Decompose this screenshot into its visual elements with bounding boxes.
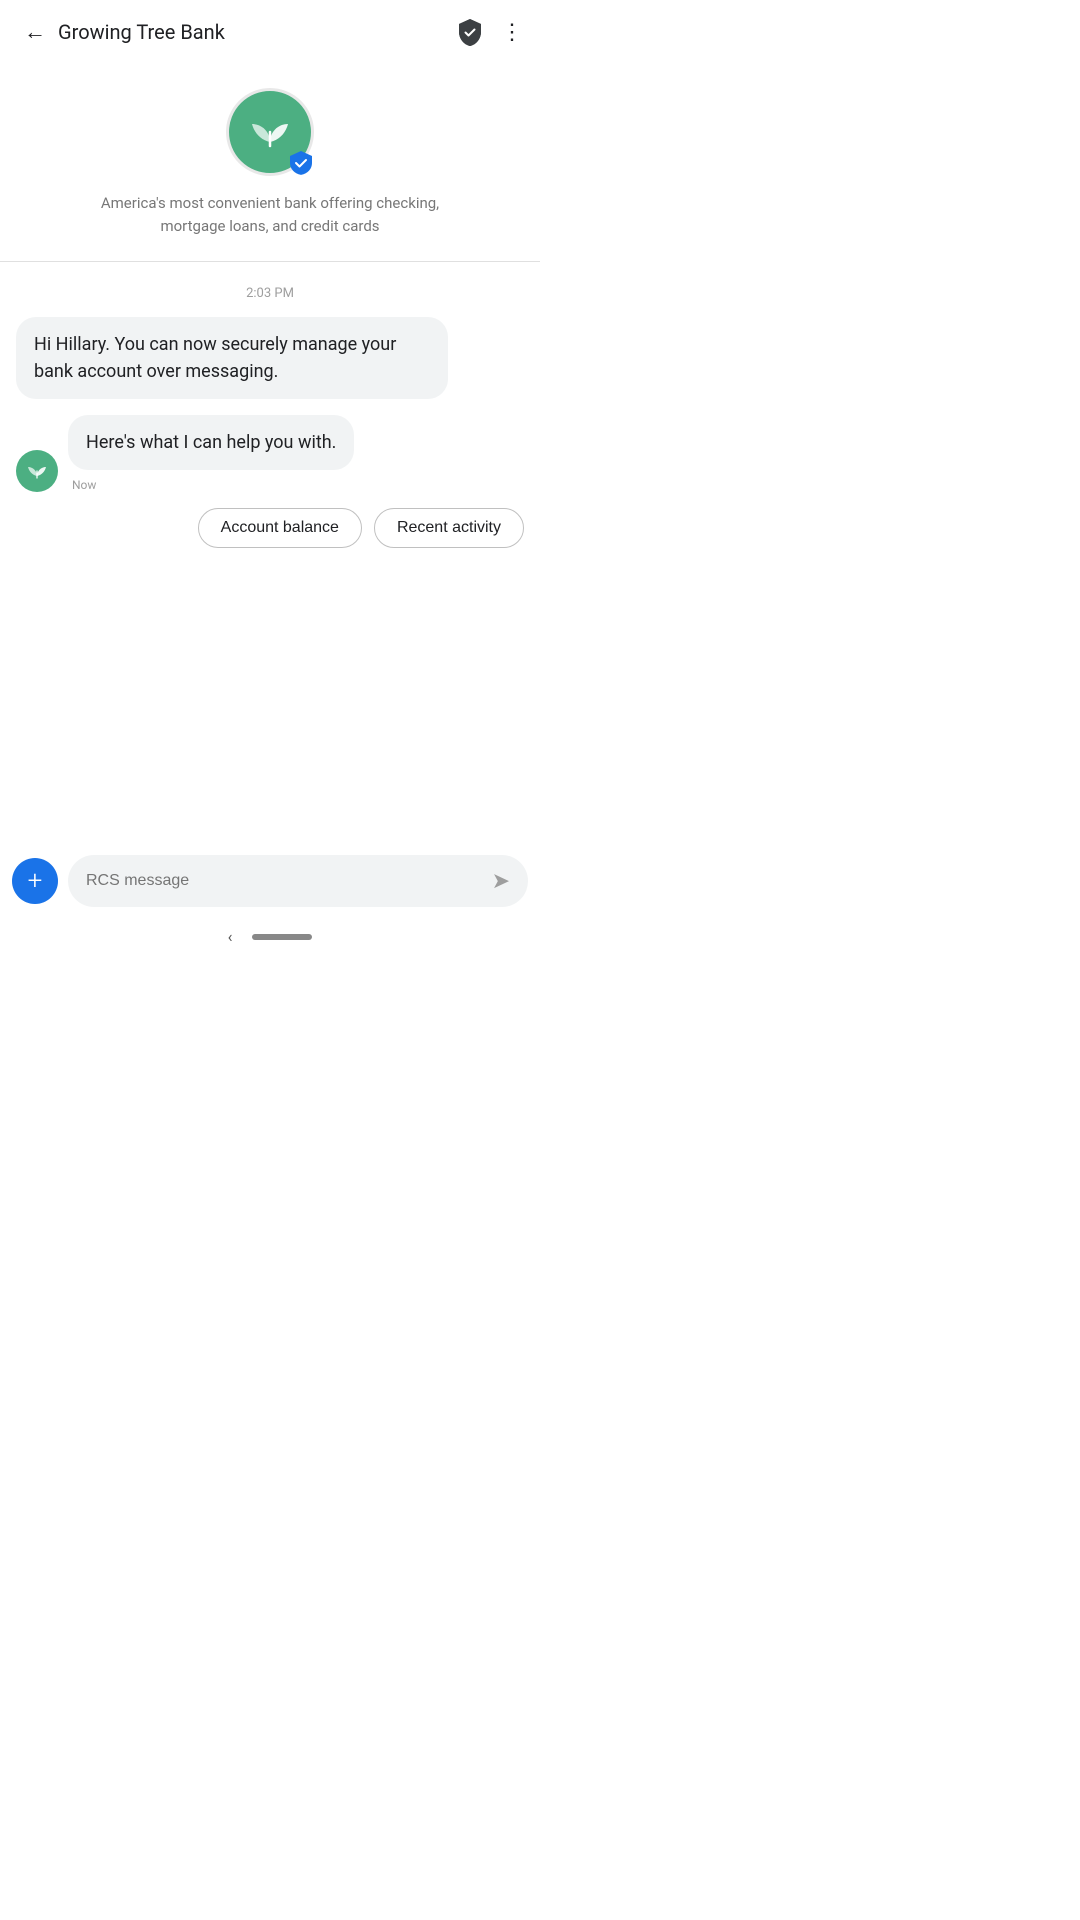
quick-replies: Account balance Recent activity — [0, 492, 540, 564]
profile-description: America's most convenient bank offering … — [80, 192, 460, 237]
add-button[interactable]: + — [12, 858, 58, 904]
back-button[interactable]: ← — [16, 11, 54, 53]
verified-shield-icon[interactable] — [455, 17, 485, 47]
header: ← Growing Tree Bank ⋮ — [0, 0, 540, 64]
message-bubble-1: Hi Hillary. You can now securely manage … — [16, 317, 448, 399]
app-container: ← Growing Tree Bank ⋮ — [0, 0, 540, 960]
bot-avatar-small — [16, 450, 58, 492]
message-input-wrapper: ➤ — [68, 855, 528, 907]
message-time: Now — [72, 478, 354, 492]
recent-activity-button[interactable]: Recent activity — [374, 508, 524, 548]
bottom-bar: ‹ — [0, 917, 540, 960]
chat-scroll-area: 2:03 PM Hi Hillary. You can now securely… — [0, 262, 540, 845]
message-2-with-avatar: Here's what I can help you with. Now — [16, 413, 524, 492]
send-button[interactable]: ➤ — [492, 869, 510, 894]
profile-section: America's most convenient bank offering … — [0, 64, 540, 262]
chat-area: 2:03 PM Hi Hillary. You can now securely… — [0, 262, 540, 492]
message-1: Hi Hillary. You can now securely manage … — [16, 317, 448, 405]
home-indicator — [252, 934, 312, 940]
avatar-verified-badge-icon — [288, 150, 314, 176]
message-input[interactable] — [86, 872, 492, 890]
page-title: Growing Tree Bank — [58, 20, 455, 44]
message-bubble-2: Here's what I can help you with. — [68, 415, 354, 470]
message-timestamp: 2:03 PM — [16, 286, 524, 301]
profile-avatar-wrapper — [226, 88, 314, 176]
more-options-icon[interactable]: ⋮ — [501, 20, 524, 45]
input-area: + ➤ — [0, 845, 540, 917]
bot-logo-icon — [24, 458, 50, 484]
account-balance-button[interactable]: Account balance — [198, 508, 362, 548]
header-icons: ⋮ — [455, 17, 524, 47]
bottom-back-icon[interactable]: ‹ — [228, 927, 233, 946]
